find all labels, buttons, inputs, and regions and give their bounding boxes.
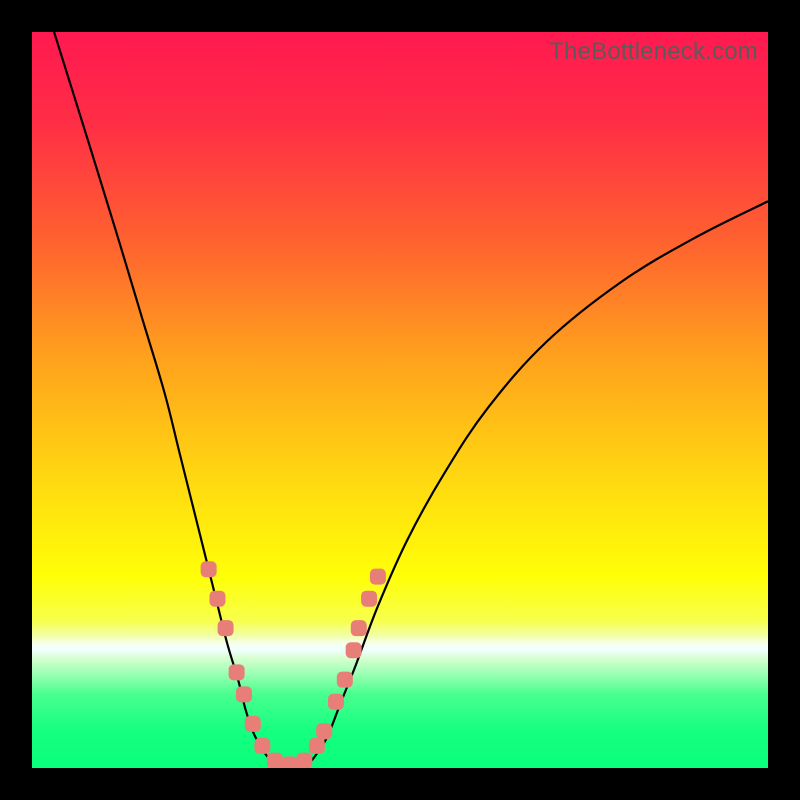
left-curve — [54, 32, 267, 757]
marker-point — [218, 620, 234, 636]
marker-point — [328, 694, 344, 710]
marker-point — [267, 753, 283, 768]
marker-point — [282, 756, 298, 768]
marker-point — [245, 716, 261, 732]
marker-point — [236, 686, 252, 702]
marker-point — [296, 753, 312, 768]
marker-point — [316, 723, 332, 739]
marker-point — [351, 620, 367, 636]
marker-point — [370, 569, 386, 585]
outer-frame: TheBottleneck.com — [0, 0, 800, 800]
watermark-text: TheBottleneck.com — [549, 38, 758, 66]
plot-area: TheBottleneck.com — [32, 32, 768, 768]
marker-point — [346, 642, 362, 658]
marker-point — [337, 672, 353, 688]
marker-group — [201, 561, 386, 768]
marker-point — [361, 591, 377, 607]
marker-point — [201, 561, 217, 577]
marker-point — [254, 738, 270, 754]
marker-point — [209, 591, 225, 607]
right-curve — [312, 201, 768, 760]
marker-point — [309, 738, 325, 754]
curve-layer — [32, 32, 768, 768]
marker-point — [229, 664, 245, 680]
